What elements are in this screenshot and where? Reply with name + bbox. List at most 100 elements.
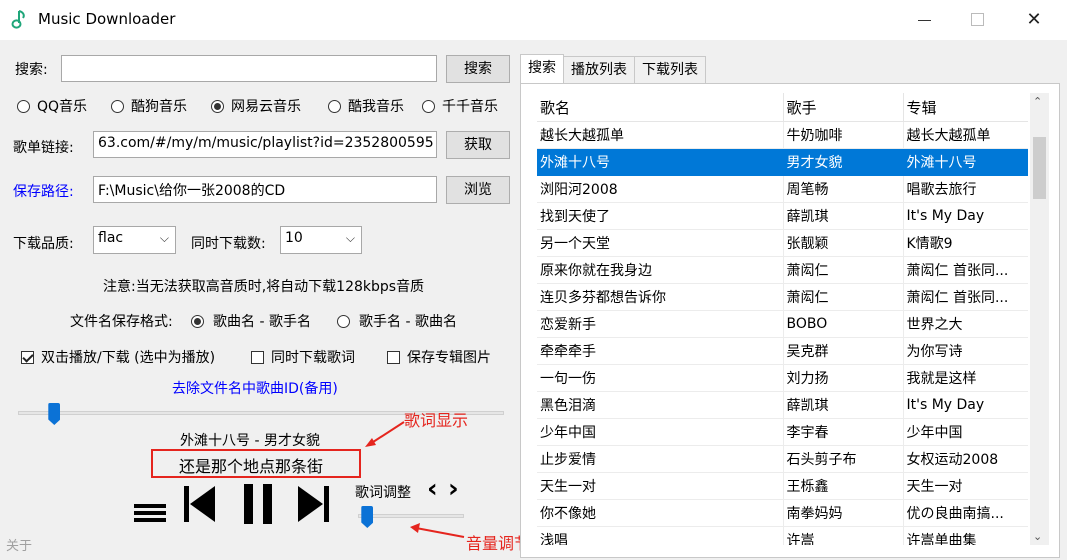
- scroll-up-icon[interactable]: ⌃: [1033, 95, 1042, 108]
- cell-album: 女权运动2008: [903, 445, 1028, 473]
- progress-slider-thumb[interactable]: [48, 403, 61, 425]
- checkbox-save-album-art[interactable]: 保存专辑图片: [387, 347, 491, 367]
- remove-song-id-link[interactable]: 去除文件名中歌曲ID(备用): [172, 378, 338, 398]
- table-row[interactable]: 外滩十八号 男才女貌 外滩十八号: [537, 148, 1028, 176]
- radio-indicator[interactable]: [337, 314, 350, 328]
- cell-song: 越长大越孤单: [537, 121, 784, 149]
- annotation-lyrics-display: 歌词显示: [404, 411, 469, 430]
- search-input[interactable]: [61, 55, 437, 82]
- now-playing-title: 外滩十八号 - 男才女貌: [180, 433, 320, 449]
- column-header-song[interactable]: 歌名: [537, 93, 784, 122]
- checkbox-download-lyrics[interactable]: 同时下载歌词: [251, 347, 355, 367]
- checkbox-label: 双击播放/下载 (选中为播放): [41, 350, 216, 366]
- checkbox-indicator[interactable]: [251, 350, 264, 364]
- playlist-url-input[interactable]: 63.com/#/my/m/music/playlist?id=23528005…: [93, 131, 437, 158]
- maximize-button[interactable]: [968, 10, 988, 30]
- about-link[interactable]: 关于: [6, 535, 32, 554]
- previous-track-icon[interactable]: [184, 486, 216, 522]
- radio-kuwo-music[interactable]: 酷我音乐: [328, 96, 404, 116]
- table-row[interactable]: 找到天使了 薛凯琪 It's My Day: [537, 202, 1028, 230]
- cell-album: 萧闳仁 首张同...: [903, 256, 1028, 284]
- checkbox-indicator[interactable]: [387, 350, 400, 364]
- radio-indicator[interactable]: [17, 99, 30, 113]
- search-button[interactable]: 搜索: [446, 55, 510, 83]
- radio-indicator[interactable]: [328, 99, 341, 113]
- table-row[interactable]: 一句一伤 刘力扬 我就是这样: [537, 364, 1028, 392]
- column-header-artist[interactable]: 歌手: [783, 93, 904, 122]
- playlist-menu-icon[interactable]: [134, 500, 166, 524]
- cell-album: It's My Day: [903, 391, 1028, 419]
- table-row[interactable]: 止步爱情 石头剪子布 女权运动2008: [537, 445, 1028, 473]
- table-row[interactable]: 黑色泪滴 薛凯琪 It's My Day: [537, 391, 1028, 419]
- window-title: Music Downloader: [38, 10, 176, 28]
- scroll-down-icon[interactable]: ⌄: [1033, 530, 1042, 543]
- cell-song: 浏阳河2008: [537, 175, 784, 203]
- table-row[interactable]: 天生一对 王栎鑫 天生一对: [537, 472, 1028, 500]
- volume-slider-thumb[interactable]: [361, 506, 374, 528]
- lyric-forward-icon[interactable]: ›: [448, 474, 459, 504]
- tab-bar: 搜索 播放列表 下载列表: [520, 54, 706, 84]
- table-row[interactable]: 牵牵牵手 吴克群 为你写诗: [537, 337, 1028, 365]
- cell-song: 原来你就在我身边: [537, 256, 784, 284]
- tab-playlist[interactable]: 播放列表: [563, 56, 635, 83]
- column-header-album[interactable]: 专辑: [903, 93, 1028, 122]
- pause-icon[interactable]: [242, 484, 274, 524]
- cell-artist: 李宇春: [783, 418, 904, 446]
- table-row[interactable]: 少年中国 李宇春 少年中国: [537, 418, 1028, 446]
- lyric-adjust-label: 歌词调整: [355, 485, 411, 501]
- music-note-icon: [11, 10, 25, 29]
- fetch-button[interactable]: 获取: [446, 131, 510, 159]
- radio-indicator[interactable]: [422, 99, 435, 113]
- chevron-down-icon: ⌵: [159, 231, 169, 245]
- table-row[interactable]: 浏阳河2008 周笔畅 唱歌去旅行: [537, 175, 1028, 203]
- table-row[interactable]: 恋爱新手 BOBO 世界之大: [537, 310, 1028, 338]
- next-track-icon[interactable]: [297, 486, 329, 522]
- scrollbar-thumb[interactable]: [1033, 137, 1046, 199]
- cell-album: 天生一对: [903, 472, 1028, 500]
- cell-artist: 男才女貌: [783, 148, 904, 176]
- radio-qq-music[interactable]: QQ音乐: [17, 96, 87, 116]
- cell-album: 外滩十八号: [903, 148, 1028, 176]
- annotation-arrow-icon: [410, 523, 465, 538]
- radio-qianqian-music[interactable]: 千千音乐: [422, 96, 498, 116]
- save-path-input[interactable]: F:\Music\给你一张2008的CD: [93, 176, 437, 203]
- volume-slider-track[interactable]: [358, 514, 464, 518]
- radio-label: 酷我音乐: [348, 99, 404, 115]
- radio-indicator[interactable]: [111, 99, 124, 113]
- table-row[interactable]: 你不像她 南拳妈妈 优の良曲南搞...: [537, 499, 1028, 527]
- cell-artist: 牛奶咖啡: [783, 121, 904, 149]
- close-button[interactable]: ✕: [1024, 10, 1044, 30]
- table-row[interactable]: 另一个天堂 张靓颖 K情歌9: [537, 229, 1028, 257]
- cell-album: 越长大越孤单: [903, 121, 1028, 149]
- table-body: 越长大越孤单 牛奶咖啡 越长大越孤单 外滩十八号 男才女貌 外滩十八号 浏阳河2008 周笔畅…: [537, 121, 1028, 545]
- quality-select[interactable]: flac ⌵: [93, 226, 176, 254]
- table-header: 歌名 歌手 专辑: [537, 93, 1028, 122]
- concurrency-value: 10: [285, 230, 303, 246]
- radio-song-artist[interactable]: 歌曲名 - 歌手名: [191, 311, 311, 331]
- radio-artist-song[interactable]: 歌手名 - 歌曲名: [337, 311, 457, 331]
- tab-download-list[interactable]: 下载列表: [634, 56, 706, 83]
- table-row[interactable]: 越长大越孤单 牛奶咖啡 越长大越孤单: [537, 121, 1028, 149]
- radio-label: 千千音乐: [442, 99, 498, 115]
- table-row[interactable]: 浅唱 许嵩 许嵩单曲集: [537, 526, 1028, 545]
- list-scrollbar[interactable]: ⌃ ⌄: [1030, 93, 1049, 545]
- radio-indicator[interactable]: [211, 99, 224, 113]
- checkbox-indicator[interactable]: [21, 350, 34, 364]
- radio-netease-music[interactable]: 网易云音乐: [211, 96, 301, 116]
- concurrency-select[interactable]: 10 ⌵: [280, 226, 362, 254]
- browse-button[interactable]: 浏览: [446, 176, 510, 204]
- checkbox-double-click-play[interactable]: 双击播放/下载 (选中为播放): [21, 347, 215, 367]
- radio-label: 酷狗音乐: [131, 99, 187, 115]
- cell-artist: 吴克群: [783, 337, 904, 365]
- cell-song: 黑色泪滴: [537, 391, 784, 419]
- cell-album: K情歌9: [903, 229, 1028, 257]
- radio-kugou-music[interactable]: 酷狗音乐: [111, 96, 187, 116]
- radio-indicator[interactable]: [191, 314, 204, 328]
- table-row[interactable]: 连贝多芬都想告诉你 萧闳仁 萧闳仁 首张同...: [537, 283, 1028, 311]
- minimize-button[interactable]: [915, 10, 935, 30]
- cell-artist: 许嵩: [783, 526, 904, 545]
- tab-search[interactable]: 搜索: [520, 54, 564, 84]
- lyric-back-icon[interactable]: ‹: [427, 474, 438, 504]
- chevron-down-icon: ⌵: [345, 231, 355, 245]
- table-row[interactable]: 原来你就在我身边 萧闳仁 萧闳仁 首张同...: [537, 256, 1028, 284]
